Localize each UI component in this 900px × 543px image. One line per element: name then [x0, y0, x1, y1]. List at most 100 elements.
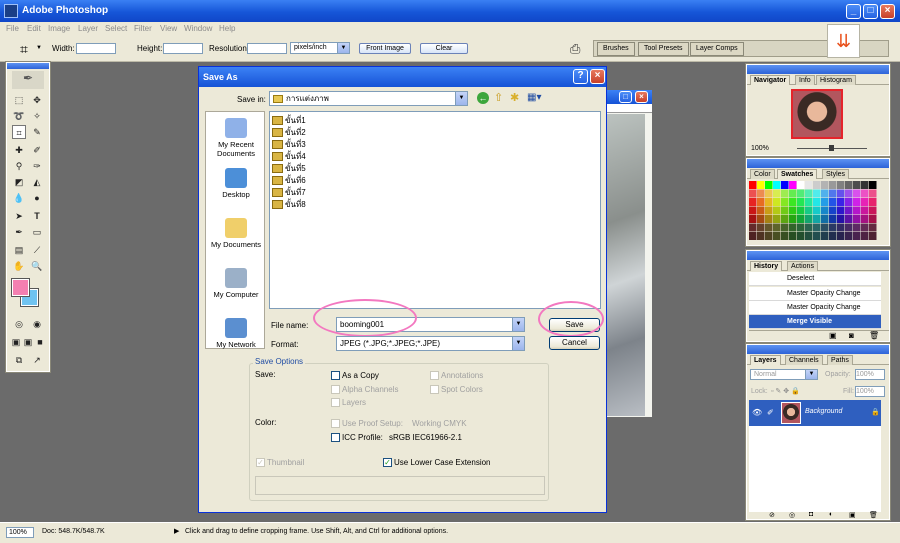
trash-icon[interactable]: 🗑	[869, 511, 878, 519]
crop-tool-icon[interactable]: ⌗	[12, 125, 26, 139]
swatch[interactable]	[869, 215, 877, 223]
notes-tool-icon[interactable]: ▤	[12, 243, 26, 257]
swatch[interactable]	[853, 198, 861, 206]
panel-title-bar[interactable]	[747, 65, 889, 74]
swatch[interactable]	[821, 206, 829, 215]
file-list[interactable]: ขั้นที่1 ขั้นที่2 ขั้นที่3 ขั้นที่4 ขั้น…	[269, 111, 601, 309]
swatch[interactable]	[757, 189, 765, 198]
zoom-input[interactable]: 100%	[6, 527, 34, 538]
use-proof-setup-checkbox[interactable]	[331, 419, 340, 428]
swatch[interactable]	[789, 223, 797, 232]
place-my-recent-documents[interactable]: My Recent Documents	[206, 118, 266, 158]
swatch[interactable]	[805, 198, 813, 206]
swatch[interactable]	[813, 206, 821, 215]
swatch[interactable]	[861, 198, 869, 206]
minimize-button[interactable]: _	[846, 4, 861, 19]
swatch[interactable]	[829, 181, 837, 189]
swatch[interactable]	[845, 223, 853, 232]
dialog-title-bar[interactable]: Save As ? ×	[199, 67, 606, 87]
foreground-color-swatch[interactable]	[11, 278, 30, 297]
swatch[interactable]	[757, 232, 765, 240]
swatch[interactable]	[869, 232, 877, 240]
spot-colors-checkbox[interactable]	[430, 385, 439, 394]
swatch[interactable]	[781, 223, 789, 232]
height-input[interactable]	[163, 43, 203, 54]
brush-tool-icon[interactable]: ✐	[30, 143, 44, 157]
swatch[interactable]	[781, 181, 789, 189]
fill-input[interactable]: 100%	[855, 386, 885, 397]
panel-title-bar[interactable]	[747, 159, 889, 168]
swatch[interactable]	[773, 189, 781, 198]
menu-edit[interactable]: Edit	[27, 24, 41, 33]
swatch[interactable]	[869, 198, 877, 206]
format-select[interactable]: JPEG (*.JPG;*.JPEG;*.JPE) ▼	[336, 336, 525, 351]
swatch[interactable]	[837, 189, 845, 198]
status-menu-icon[interactable]: ▶	[174, 527, 179, 535]
swatch[interactable]	[781, 215, 789, 223]
panel-title-bar[interactable]	[747, 251, 889, 260]
tab-paths[interactable]: Paths	[827, 355, 853, 365]
swatch[interactable]	[837, 215, 845, 223]
hand-tool-icon[interactable]: ✋	[12, 259, 26, 273]
swatch[interactable]	[821, 189, 829, 198]
swatch[interactable]	[757, 206, 765, 215]
menu-select[interactable]: Select	[105, 24, 127, 33]
shape-tool-icon[interactable]: ▭	[30, 225, 44, 239]
icc-profile-checkbox[interactable]	[331, 433, 340, 442]
swatch[interactable]	[845, 189, 853, 198]
opacity-input[interactable]: 100%	[855, 369, 885, 380]
marquee-tool-icon[interactable]: ⬚	[12, 93, 26, 107]
layers-checkbox[interactable]	[331, 398, 340, 407]
history-brush-tool-icon[interactable]: ✑	[30, 159, 44, 173]
well-tab-brushes[interactable]: Brushes	[597, 42, 635, 56]
mask-icon[interactable]: ◘	[809, 511, 813, 518]
back-icon[interactable]: ←	[477, 92, 489, 104]
place-my-computer[interactable]: My Computer	[206, 268, 266, 299]
resolution-input[interactable]	[247, 43, 287, 54]
swatch[interactable]	[789, 198, 797, 206]
lock-icons[interactable]: ▫ ✎ ✥ 🔒	[771, 387, 800, 395]
slice-tool-icon[interactable]: ✎	[30, 125, 44, 139]
chevron-down-icon[interactable]: ▼	[36, 45, 42, 51]
swatch[interactable]	[861, 189, 869, 198]
swatch[interactable]	[781, 232, 789, 240]
swatch[interactable]	[821, 198, 829, 206]
swatch[interactable]	[757, 215, 765, 223]
panel-title-bar[interactable]	[747, 345, 889, 354]
new-layer-icon[interactable]: ▣	[849, 511, 856, 519]
standard-mode-icon[interactable]: ◎	[12, 317, 26, 331]
swatch[interactable]	[781, 198, 789, 206]
crop-tool-icon[interactable]: ⌗	[20, 41, 28, 58]
swatch[interactable]	[797, 223, 805, 232]
help-button[interactable]: ?	[573, 69, 588, 84]
well-tab-tool-presets[interactable]: Tool Presets	[638, 42, 689, 56]
swatch[interactable]	[837, 198, 845, 206]
swatch[interactable]	[829, 206, 837, 215]
swatch[interactable]	[821, 223, 829, 232]
move-tool-icon[interactable]: ✥	[30, 93, 44, 107]
swatch[interactable]	[853, 223, 861, 232]
link-icon[interactable]: ⊘	[769, 511, 775, 519]
swatch[interactable]	[829, 189, 837, 198]
zoom-tool-icon[interactable]: 🔍	[30, 259, 44, 273]
swatch[interactable]	[773, 232, 781, 240]
up-folder-icon[interactable]: ⇧	[494, 91, 503, 104]
swatch[interactable]	[789, 181, 797, 189]
menu-image[interactable]: Image	[48, 24, 70, 33]
dodge-tool-icon[interactable]: ●	[30, 191, 44, 205]
swatch[interactable]	[765, 181, 773, 189]
swatch[interactable]	[749, 189, 757, 198]
swatch[interactable]	[789, 215, 797, 223]
swatch[interactable]	[821, 215, 829, 223]
swatch[interactable]	[765, 215, 773, 223]
adjustment-layer-icon[interactable]: ◐	[829, 511, 833, 518]
screen-mode-full-icon[interactable]: ■	[33, 335, 47, 349]
swatch[interactable]	[861, 215, 869, 223]
swatch[interactable]	[853, 181, 861, 189]
healing-brush-tool-icon[interactable]: ✚	[12, 143, 26, 157]
doc-restore-button[interactable]: □	[619, 91, 632, 103]
swatch[interactable]	[805, 206, 813, 215]
swatch[interactable]	[765, 189, 773, 198]
as-a-copy-checkbox[interactable]	[331, 371, 340, 380]
swatch[interactable]	[813, 189, 821, 198]
